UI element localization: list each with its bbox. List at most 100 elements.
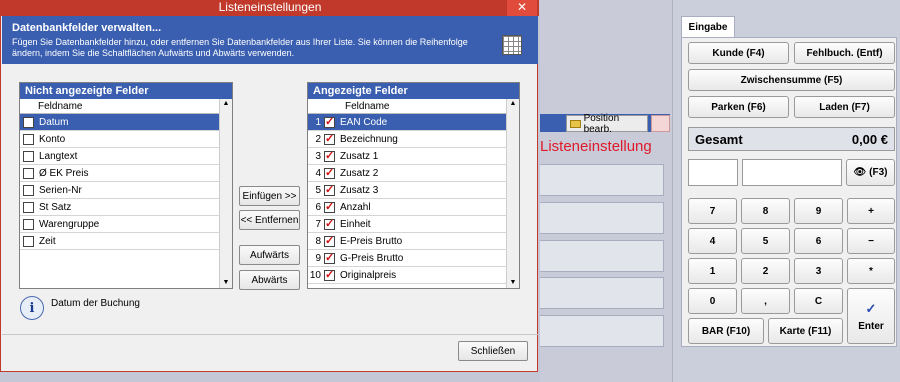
checkbox[interactable]	[324, 268, 335, 281]
key-6[interactable]: 6	[794, 228, 843, 254]
key-4[interactable]: 4	[688, 228, 737, 254]
list-item[interactable]: 8 E-Preis Brutto	[308, 233, 519, 250]
checkbox[interactable]	[23, 116, 34, 128]
position-edit-button[interactable]: Position bearb.	[566, 113, 648, 135]
scroll-up-icon[interactable]: ▲	[507, 99, 519, 109]
checkbox[interactable]	[23, 150, 34, 162]
remove-button[interactable]: << Entfernen	[239, 210, 300, 230]
close-icon[interactable]: ✕	[507, 0, 537, 16]
list-item[interactable]: 5 Zusatz 3	[308, 182, 519, 199]
list-item[interactable]: 9 G-Preis Brutto	[308, 250, 519, 267]
list-item[interactable]: 4 Zusatz 2	[308, 165, 519, 182]
list-item[interactable]: Zeit	[20, 233, 232, 250]
list-item[interactable]: 1 EAN Code	[308, 114, 519, 131]
item-label: Serien-Nr	[39, 184, 82, 196]
insert-button[interactable]: Einfügen >>	[239, 186, 300, 206]
search-button[interactable]: 👁 (F3)	[846, 159, 895, 186]
customer-button[interactable]: Kunde (F4)	[688, 42, 789, 64]
article-input[interactable]	[742, 159, 842, 186]
background-row[interactable]	[540, 315, 664, 347]
checkbox[interactable]	[324, 251, 335, 264]
background-row[interactable]	[540, 277, 664, 309]
list-item[interactable]: 3 Zusatz 1	[308, 148, 519, 165]
hidden-fields-list[interactable]: Nicht angezeigte Felder Feldname Datum K…	[19, 82, 233, 289]
checkbox[interactable]	[23, 167, 34, 179]
card-button[interactable]: Karte (F11)	[768, 318, 843, 344]
checkbox[interactable]	[324, 200, 335, 213]
checkbox[interactable]	[23, 201, 34, 213]
checkbox[interactable]	[324, 132, 335, 145]
item-label: Zeit	[39, 235, 56, 247]
tab-eingabe[interactable]: Eingabe	[681, 16, 735, 38]
list-item[interactable]: Warengruppe	[20, 216, 232, 233]
list-item[interactable]: Konto	[20, 131, 232, 148]
list-item[interactable]: St Satz	[20, 199, 232, 216]
move-down-button[interactable]: Abwärts	[239, 270, 300, 290]
enter-label: Enter	[858, 320, 884, 332]
close-button[interactable]: Schließen	[458, 341, 528, 361]
key-5[interactable]: 5	[741, 228, 790, 254]
column-header[interactable]: Feldname	[308, 99, 519, 114]
total-label: Gesamt	[695, 131, 743, 147]
scrollbar[interactable]: ▲ ▼	[219, 99, 232, 288]
key-multiply[interactable]: *	[847, 258, 895, 284]
list-item[interactable]: Datum	[20, 114, 232, 131]
scroll-down-icon[interactable]: ▼	[507, 278, 519, 288]
row-number: 6	[315, 201, 321, 213]
key-2[interactable]: 2	[741, 258, 790, 284]
checkbox[interactable]	[324, 115, 335, 128]
checkbox[interactable]	[23, 133, 34, 145]
key-7[interactable]: 7	[688, 198, 737, 224]
background-row[interactable]	[540, 240, 664, 272]
list-item[interactable]: 7 Einheit	[308, 216, 519, 233]
scroll-up-icon[interactable]: ▲	[220, 99, 232, 109]
header-description: Fügen Sie Datenbankfelder hinzu, oder en…	[12, 37, 468, 58]
checkbox[interactable]	[324, 166, 335, 179]
load-button[interactable]: Laden (F7)	[794, 96, 895, 118]
item-label: E-Preis Brutto	[340, 235, 403, 247]
key-plus[interactable]: +	[847, 198, 895, 224]
key-3[interactable]: 3	[794, 258, 843, 284]
key-minus[interactable]: −	[847, 228, 895, 254]
checkbox[interactable]	[324, 149, 335, 162]
missing-booking-button[interactable]: Fehlbuch. (Entf)	[794, 42, 895, 64]
list-item[interactable]: 6 Anzahl	[308, 199, 519, 216]
row-number: 10	[309, 269, 321, 281]
info-icon: i	[20, 296, 44, 320]
background-row[interactable]	[540, 202, 664, 234]
shown-fields-list[interactable]: Angezeigte Felder Feldname 1 EAN Code 2 Be…	[307, 82, 520, 289]
quantity-field[interactable]	[688, 159, 738, 186]
background-row[interactable]	[540, 164, 664, 196]
checkbox[interactable]	[324, 183, 335, 196]
checkbox[interactable]	[23, 184, 34, 196]
column-header[interactable]: Feldname	[20, 99, 232, 114]
key-1[interactable]: 1	[688, 258, 737, 284]
item-label: Bezeichnung	[340, 133, 398, 145]
key-comma[interactable]: ,	[741, 288, 790, 314]
cash-button[interactable]: BAR (F10)	[688, 318, 764, 344]
checkbox[interactable]	[324, 234, 335, 247]
list-item[interactable]: Ø EK Preis	[20, 165, 232, 182]
move-up-button[interactable]: Aufwärts	[239, 245, 300, 265]
park-button[interactable]: Parken (F6)	[688, 96, 789, 118]
list-item[interactable]: 10 Originalpreis	[308, 267, 519, 284]
key-8[interactable]: 8	[741, 198, 790, 224]
scroll-down-icon[interactable]: ▼	[220, 278, 232, 288]
checkbox[interactable]	[324, 217, 335, 230]
item-label: Konto	[39, 133, 66, 145]
item-label: Anzahl	[340, 201, 371, 213]
key-9[interactable]: 9	[794, 198, 843, 224]
row-number: 1	[315, 116, 321, 128]
list-item[interactable]: 2 Bezeichnung	[308, 131, 519, 148]
checkbox[interactable]	[23, 235, 34, 247]
enter-button[interactable]: ✓ Enter	[847, 288, 895, 344]
key-clear[interactable]: C	[794, 288, 843, 314]
list-item[interactable]: Langtext	[20, 148, 232, 165]
item-label: Datum	[39, 116, 69, 128]
scrollbar[interactable]: ▲ ▼	[506, 99, 519, 288]
list-settings-icon[interactable]	[651, 115, 670, 132]
list-item[interactable]: Serien-Nr	[20, 182, 232, 199]
key-0[interactable]: 0	[688, 288, 737, 314]
subtotal-button[interactable]: Zwischensumme (F5)	[688, 69, 895, 91]
checkbox[interactable]	[23, 218, 34, 230]
